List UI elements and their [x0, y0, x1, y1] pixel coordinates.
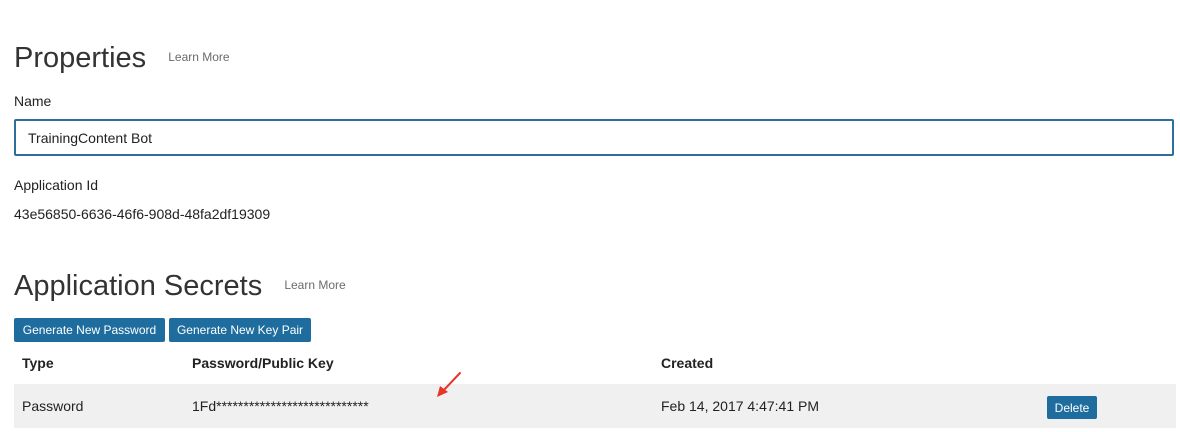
properties-learn-more-link[interactable]: Learn More — [168, 50, 229, 64]
properties-heading: Properties Learn More — [14, 42, 230, 75]
column-header-type: Type — [22, 355, 54, 371]
table-row: Password 1Fd****************************… — [14, 384, 1176, 428]
name-input[interactable] — [14, 119, 1174, 156]
application-id-value: 43e56850-6636-46f6-908d-48fa2df19309 — [14, 206, 271, 222]
delete-button[interactable]: Delete — [1047, 396, 1097, 419]
application-id-label: Application Id — [14, 177, 99, 193]
column-header-created: Created — [661, 355, 714, 371]
application-secrets-heading: Application Secrets Learn More — [14, 270, 346, 303]
properties-title: Properties — [14, 42, 147, 74]
row-type-cell: Password — [22, 398, 84, 414]
column-header-key: Password/Public Key — [192, 355, 334, 371]
row-created-cell: Feb 14, 2017 4:47:41 PM — [661, 398, 819, 414]
application-secrets-title: Application Secrets — [14, 270, 263, 302]
generate-new-key-pair-button[interactable]: Generate New Key Pair — [169, 318, 311, 342]
red-arrow-icon — [437, 372, 461, 397]
generate-new-password-button[interactable]: Generate New Password — [14, 318, 165, 342]
secrets-learn-more-link[interactable]: Learn More — [284, 278, 345, 292]
name-label: Name — [14, 93, 52, 109]
row-key-cell: 1Fd**************************** — [192, 398, 369, 414]
